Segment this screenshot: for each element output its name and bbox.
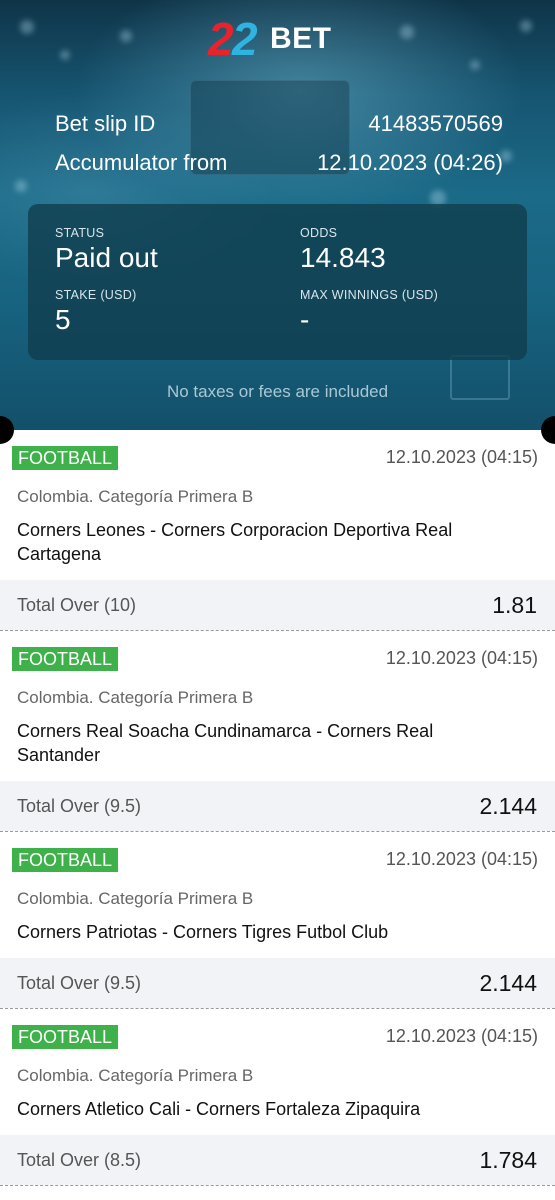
status-cell: STATUS Paid out — [55, 226, 158, 274]
market-row: Total Over (9.5) 2.144 — [0, 958, 555, 1008]
taxes-notice: No taxes or fees are included — [166, 382, 389, 401]
event-date: 12.10.2023 (04:15) — [385, 1026, 538, 1046]
market-row: Total Over (9.5) 2.144 — [0, 781, 555, 831]
match-name: Corners Leones - Corners Corporacion Dep… — [17, 520, 453, 564]
league-name: Colombia. Categoría Primera B — [17, 487, 254, 506]
bet-slip-id-row: Bet slip ID 41483570569 — [55, 111, 503, 137]
logo-text: BET — [270, 22, 332, 55]
league-name: Colombia. Categoría Primera B — [17, 688, 254, 707]
bet-item[interactable]: FOOTBALL 12.10.2023 (04:15) Colombia. Ca… — [0, 832, 555, 1009]
logo-digit-2: 2 — [232, 13, 258, 65]
odds-label: ODDS — [300, 226, 338, 240]
bet-item-top: FOOTBALL 12.10.2023 (04:15) — [0, 631, 555, 687]
stake-cell: STAKE (USD) 5 — [55, 288, 137, 336]
market-name: Total Over (9.5) — [17, 796, 142, 816]
match-name: Corners Real Soacha Cundinamarca - Corne… — [17, 721, 434, 765]
league-name: Colombia. Categoría Primera B — [17, 889, 254, 908]
market-name: Total Over (10) — [17, 595, 137, 615]
stake-label: STAKE (USD) — [55, 288, 137, 302]
bet-item-top: FOOTBALL 12.10.2023 (04:15) — [0, 430, 555, 486]
brand-logo: 2 2 BET — [208, 13, 358, 65]
market-row: Total Over (10) 1.81 — [0, 580, 555, 630]
event-date: 12.10.2023 (04:15) — [385, 648, 538, 668]
market-row: Total Over (8.5) 1.784 — [0, 1135, 555, 1185]
bet-summary-panel: STATUS Paid out ODDS 14.843 STAKE (USD) … — [28, 204, 527, 360]
market-name: Total Over (8.5) — [17, 1150, 142, 1170]
bet-type-date: 12.10.2023 (04:26) — [317, 150, 503, 175]
sport-badge: FOOTBALL — [12, 446, 119, 470]
bet-item-top: FOOTBALL 12.10.2023 (04:15) — [0, 1009, 555, 1065]
max-winnings-value: - — [300, 304, 310, 335]
bet-item[interactable]: FOOTBALL 12.10.2023 (04:15) Colombia. Ca… — [0, 430, 555, 631]
logo-digit-1: 2 — [208, 13, 234, 65]
max-winnings-label: MAX WINNINGS (USD) — [300, 288, 439, 302]
bet-item[interactable]: FOOTBALL 12.10.2023 (04:15) Colombia. Ca… — [0, 631, 555, 832]
market-odd: 1.784 — [479, 1147, 537, 1173]
league-name: Colombia. Categoría Primera B — [17, 1066, 254, 1085]
market-name: Total Over (9.5) — [17, 973, 142, 993]
bet-type-row: Accumulator from 12.10.2023 (04:26) — [55, 150, 503, 176]
event-date: 12.10.2023 (04:15) — [385, 849, 538, 869]
market-odd: 2.144 — [479, 793, 537, 819]
logo-mark: 2 2 — [208, 13, 270, 65]
sport-badge: FOOTBALL — [12, 1025, 119, 1049]
match-name: Corners Patriotas - Corners Tigres Futbo… — [17, 922, 389, 942]
bet-slip-header: 2 2 BET Bet slip ID 41483570569 Accumula… — [0, 0, 555, 430]
sport-badge: FOOTBALL — [12, 848, 119, 872]
market-odd: 2.144 — [479, 970, 537, 996]
bet-slip-id-value: 41483570569 — [368, 111, 503, 136]
status-value: Paid out — [55, 242, 158, 273]
sport-badge: FOOTBALL — [12, 647, 119, 671]
bet-type-label: Accumulator from — [55, 150, 228, 175]
bet-item[interactable]: FOOTBALL 12.10.2023 (04:15) Colombia. Ca… — [0, 1009, 555, 1186]
odds-cell: ODDS 14.843 — [300, 226, 386, 274]
bet-slip-id-label: Bet slip ID — [55, 111, 156, 136]
max-winnings-cell: MAX WINNINGS (USD) - — [300, 288, 438, 336]
match-name: Corners Atletico Cali - Corners Fortalez… — [17, 1099, 421, 1119]
stake-value: 5 — [55, 304, 71, 335]
odds-value: 14.843 — [300, 242, 386, 273]
bet-item-top: FOOTBALL 12.10.2023 (04:15) — [0, 832, 555, 888]
status-label: STATUS — [55, 226, 105, 240]
bet-list: FOOTBALL 12.10.2023 (04:15) Colombia. Ca… — [0, 430, 555, 1186]
market-odd: 1.81 — [492, 592, 537, 618]
event-date: 12.10.2023 (04:15) — [385, 447, 538, 467]
